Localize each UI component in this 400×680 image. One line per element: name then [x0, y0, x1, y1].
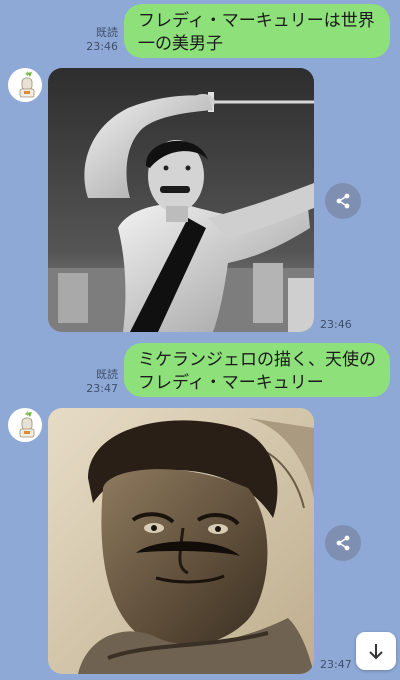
message-text-line: 一の美男子	[138, 34, 223, 54]
arrow-down-icon	[369, 644, 383, 660]
shared-image[interactable]	[48, 408, 314, 674]
shared-image[interactable]	[48, 68, 314, 332]
message-time: 23:46	[320, 318, 352, 331]
share-button[interactable]	[325, 525, 361, 561]
read-receipt: 既読	[96, 26, 118, 39]
share-button[interactable]	[325, 183, 361, 219]
message-meta: 既読 23:47	[60, 368, 118, 396]
outgoing-message[interactable]: ミケランジェロの描く、天使の フレディ・マーキュリー	[124, 343, 390, 397]
message-time: 23:47	[86, 382, 118, 395]
outgoing-message[interactable]: フレディ・マーキュリーは世界 一の美男子	[124, 4, 390, 58]
message-text-line: フレディ・マーキュリーは世界	[138, 11, 375, 31]
avatar[interactable]	[8, 408, 42, 442]
share-icon	[336, 535, 350, 551]
message-time: 23:46	[86, 40, 118, 53]
message-text-line: フレディ・マーキュリー	[138, 373, 324, 393]
message-text-line: ミケランジェロの描く、天使の	[138, 350, 376, 370]
share-icon	[336, 193, 350, 209]
message-meta: 既読 23:46	[60, 26, 118, 54]
scroll-to-bottom-button[interactable]	[356, 632, 396, 670]
chat-area[interactable]: 既読 23:46 フレディ・マーキュリーは世界 一の美男子 23:46 既読 2…	[0, 0, 400, 680]
read-receipt: 既読	[96, 368, 118, 381]
avatar[interactable]	[8, 68, 42, 102]
message-time: 23:47	[320, 658, 352, 671]
